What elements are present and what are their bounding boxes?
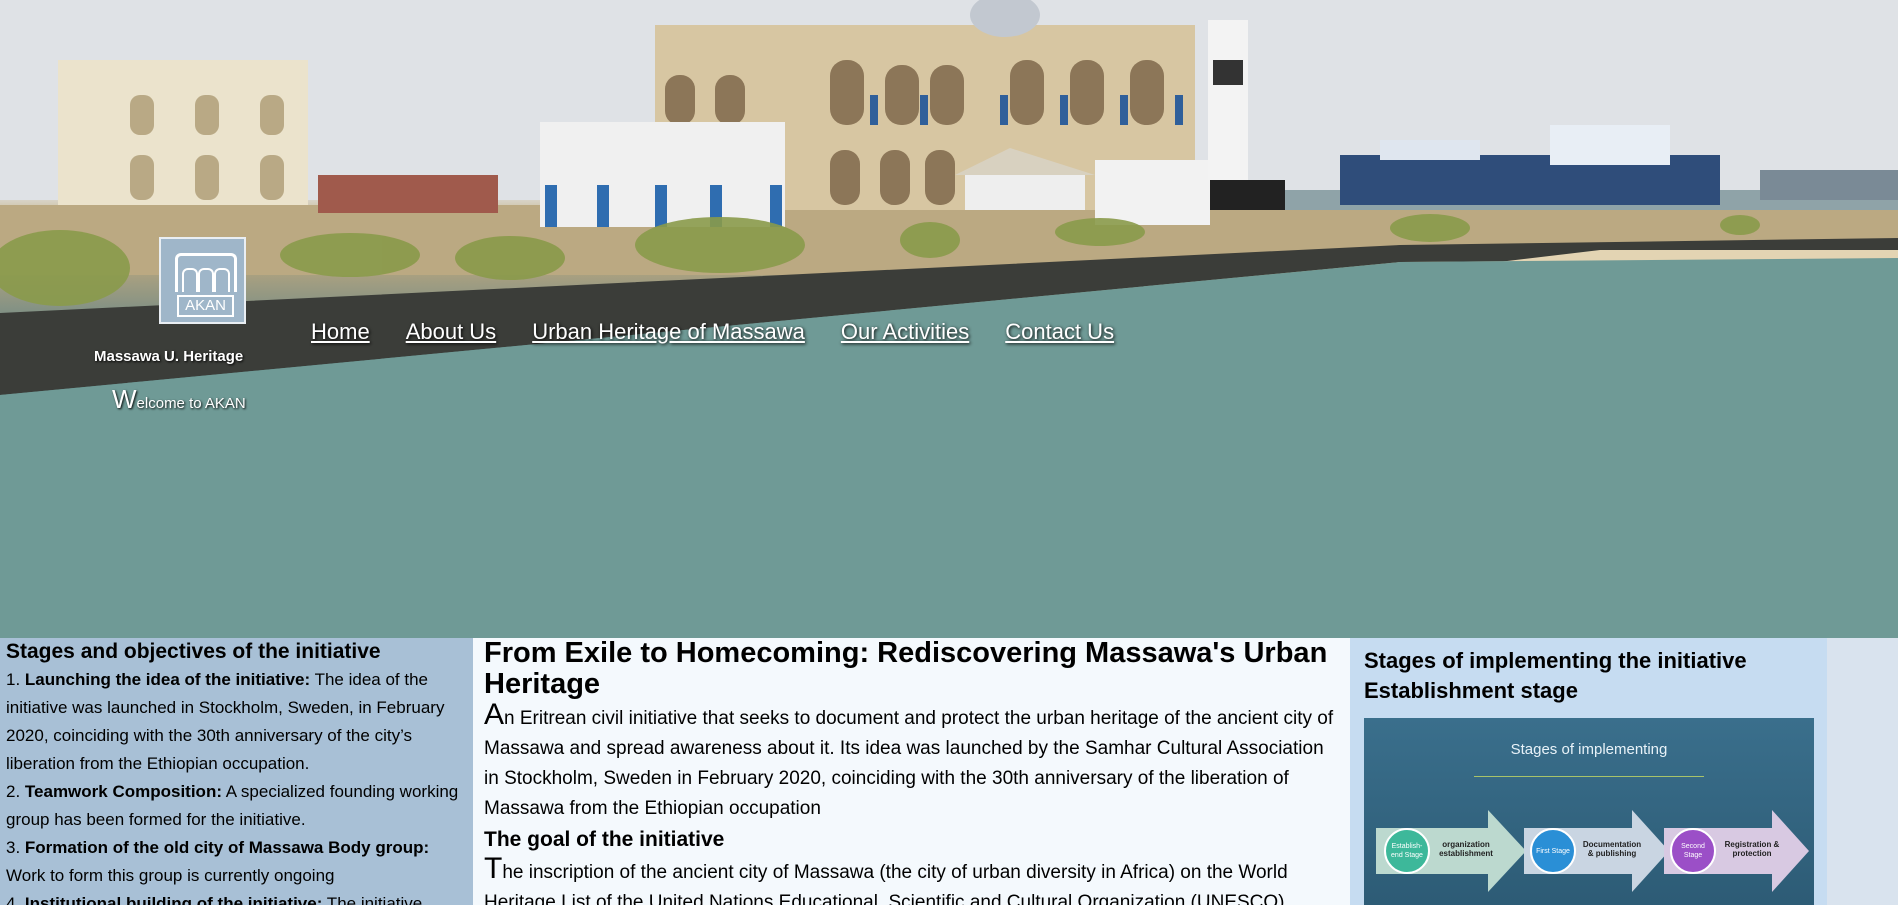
- item-number: 3.: [6, 838, 25, 857]
- intro-text: n Eritrean civil initiative that seeks t…: [484, 708, 1334, 819]
- item-heading: Launching the idea of the initiative:: [24, 670, 311, 689]
- nav-our-activities[interactable]: Our Activities: [841, 319, 969, 345]
- hero-banner: AKAN Massawa U. Heritage Welcome to AKAN…: [0, 0, 1898, 638]
- goal-text: he inscription of the ancient city of Ma…: [484, 862, 1288, 905]
- list-item: 4. Institutional building of the initiat…: [6, 890, 467, 905]
- site-name: Massawa U. Heritage: [94, 348, 244, 365]
- item-number: 1.: [6, 670, 25, 689]
- slide-title: Stages of implementing: [1510, 741, 1668, 758]
- stage-label: organization establishment: [1439, 840, 1493, 858]
- page-gutter: [1827, 638, 1898, 905]
- stages-diagram-image: Stages of implementing Establish-end Sta…: [1364, 718, 1814, 905]
- welcome-rest: elcome to AKAN: [136, 395, 246, 412]
- list-item: 2. Teamwork Composition: A specialized f…: [6, 778, 467, 834]
- arch-icon: [175, 253, 237, 292]
- list-item: 3. Formation of the old city of Massawa …: [6, 834, 467, 890]
- nav-contact-us[interactable]: Contact Us: [1005, 319, 1114, 345]
- main-nav: Home About Us Urban Heritage of Massawa …: [311, 319, 1150, 345]
- list-item: 1. Launching the idea of the initiative:…: [6, 666, 467, 778]
- implementation-panel: Stages of implementing the initiative Est…: [1350, 638, 1827, 905]
- nav-about-us[interactable]: About Us: [406, 319, 497, 345]
- stage-label: Registration & protection: [1724, 840, 1780, 858]
- item-number: 2.: [6, 782, 25, 801]
- item-heading: Institutional building of the initiative…: [24, 894, 323, 905]
- stage-circle: First Stage: [1530, 828, 1576, 874]
- stage-circle: Second Stage: [1670, 828, 1716, 874]
- slide-divider: [1474, 776, 1704, 777]
- welcome-text: Welcome to AKAN: [112, 384, 246, 415]
- stage-label: Documentation & publishing: [1582, 840, 1642, 858]
- item-heading: Formation of the old city of Massawa Bod…: [24, 838, 430, 857]
- item-heading: Teamwork Composition:: [24, 782, 222, 801]
- implementation-title-line1: Stages of implementing the initiative: [1364, 648, 1747, 673]
- item-text: Work to form this group is currently ong…: [6, 866, 335, 885]
- article-title: From Exile to Homecoming: Rediscovering …: [484, 638, 1328, 700]
- nav-home[interactable]: Home: [311, 319, 370, 345]
- stages-objectives-title: Stages and objectives of the initiative: [6, 640, 381, 663]
- goal-title: The goal of the initiative: [484, 828, 725, 851]
- logo-text: AKAN: [177, 295, 234, 317]
- implementation-title: Stages of implementing the initiative Est…: [1364, 646, 1813, 706]
- welcome-initial: W: [112, 384, 137, 414]
- drop-cap: A: [484, 698, 505, 731]
- intro-paragraph: An Eritrean civil initiative that seeks …: [484, 700, 1339, 824]
- drop-cap: T: [484, 852, 503, 885]
- main-article: From Exile to Homecoming: Rediscovering …: [473, 638, 1350, 905]
- nav-urban-heritage[interactable]: Urban Heritage of Massawa: [532, 319, 805, 345]
- stage-circle: Establish-end Stage: [1384, 828, 1430, 874]
- item-number: 4.: [6, 894, 25, 905]
- implementation-title-line2: Establishment stage: [1364, 678, 1578, 703]
- goal-paragraph: The inscription of the ancient city of M…: [484, 854, 1339, 905]
- akan-logo[interactable]: AKAN: [159, 237, 246, 324]
- stages-objectives-panel: Stages and objectives of the initiative …: [0, 638, 473, 905]
- item-text: The initiative: [322, 894, 423, 905]
